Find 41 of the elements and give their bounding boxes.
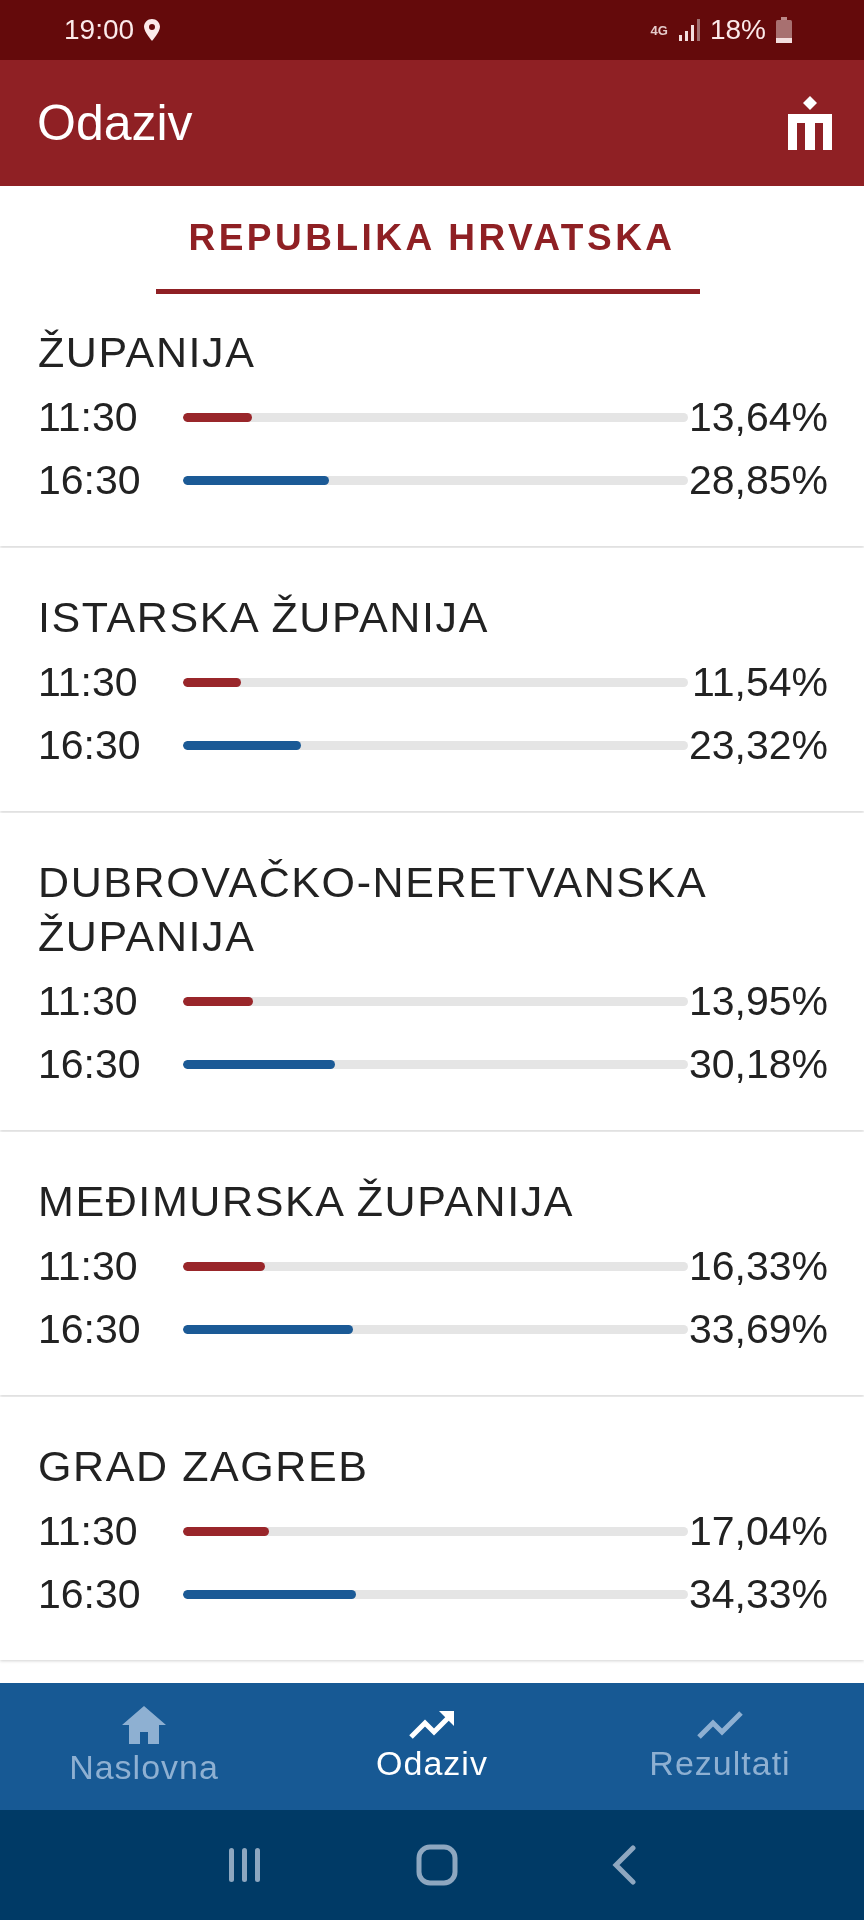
reading-time: 11:30 bbox=[38, 1508, 139, 1555]
region-name: DUBROVAČKO-NERETVANSKA ŽUPANIJA bbox=[38, 857, 707, 962]
back-icon[interactable] bbox=[611, 1845, 638, 1885]
home-button-icon[interactable] bbox=[416, 1844, 458, 1886]
reading-time: 16:30 bbox=[38, 1306, 142, 1353]
region-name: MEĐIMURSKA ŽUPANIJA bbox=[38, 1176, 576, 1227]
line-chart-icon bbox=[697, 1710, 743, 1740]
reading-time: 11:30 bbox=[38, 394, 139, 441]
turnout-value: 11,54% bbox=[691, 659, 828, 706]
network-type: 4G bbox=[650, 22, 668, 38]
signal-icon bbox=[677, 19, 700, 41]
app-title: Odaziv bbox=[37, 94, 193, 152]
turnout-value: 28,85% bbox=[688, 457, 828, 504]
nav-tab[interactable]: Odaziv bbox=[288, 1683, 576, 1810]
region-name: ŽUPANIJA bbox=[38, 327, 257, 378]
turnout-value: 17,04% bbox=[688, 1508, 828, 1555]
turnout-value: 13,95% bbox=[688, 978, 828, 1025]
reading-time: 11:30 bbox=[38, 1243, 139, 1290]
reading-time: 11:30 bbox=[38, 978, 139, 1025]
reading-time: 16:30 bbox=[38, 722, 142, 769]
turnout-value: 34,33% bbox=[688, 1571, 828, 1618]
status-time: 19:00 bbox=[64, 14, 135, 46]
turnout-value: 16,33% bbox=[688, 1243, 828, 1290]
reading-time: 11:30 bbox=[38, 659, 139, 706]
location-pin-icon bbox=[144, 19, 161, 41]
turnout-value: 13,64% bbox=[688, 394, 828, 441]
battery-icon bbox=[776, 17, 792, 43]
region-tab[interactable]: REPUBLIKA HRVATSKA bbox=[156, 217, 700, 294]
reading-time: 16:30 bbox=[38, 457, 142, 504]
turnout-value: 23,32% bbox=[688, 722, 828, 769]
region-name: ISTARSKA ŽUPANIJA bbox=[38, 592, 490, 643]
battery-percent: 18% bbox=[709, 14, 766, 46]
logo-icon bbox=[788, 96, 832, 150]
trending-up-icon bbox=[409, 1710, 455, 1740]
recent-apps-icon[interactable] bbox=[226, 1846, 263, 1884]
turnout-value: 30,18% bbox=[688, 1041, 828, 1088]
reading-time: 16:30 bbox=[38, 1571, 142, 1618]
region-name: GRAD ZAGREB bbox=[38, 1441, 370, 1492]
home-icon bbox=[122, 1706, 166, 1744]
turnout-value: 33,69% bbox=[688, 1306, 828, 1353]
reading-time: 16:30 bbox=[38, 1041, 142, 1088]
